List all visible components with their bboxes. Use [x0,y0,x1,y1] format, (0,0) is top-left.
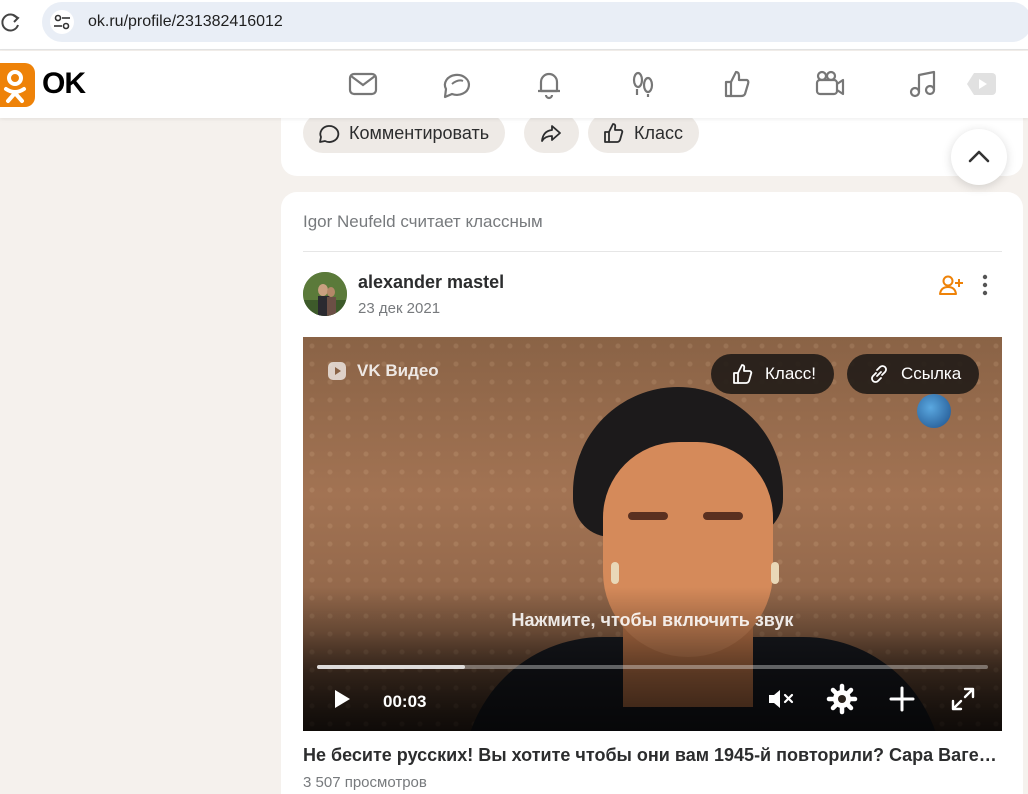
address-bar[interactable]: ok.ru/profile/231382416012 [42,2,1028,42]
video-frame-earring [611,562,619,584]
video-player[interactable]: VK Видео Класс! Ссылка Нажмите, чтобы вк… [303,337,1002,731]
channel-logo-icon [917,394,951,428]
video-progress-fill [317,665,465,669]
chevron-up-icon [968,150,990,163]
video-link-button[interactable]: Ссылка [847,354,980,394]
browser-toolbar: ok.ru/profile/231382416012 [0,0,1028,50]
settings-button[interactable] [825,682,859,716]
video-frame-eye [703,512,743,520]
marks-icon[interactable] [720,67,754,101]
vk-video-icon [328,362,346,380]
link-icon [871,365,887,383]
share-button[interactable] [524,113,579,153]
video-title[interactable]: Не бесите русских! Вы хотите чтобы они в… [303,745,1002,766]
site-header: OK [0,51,1028,118]
url-text[interactable]: ok.ru/profile/231382416012 [88,13,283,31]
video-like-button[interactable]: Класс! [711,354,834,394]
thumb-up-icon [733,364,753,384]
guests-icon[interactable] [626,67,660,101]
add-friend-icon[interactable] [938,272,964,298]
video-like-label: Класс! [765,364,816,383]
scroll-to-top-button[interactable] [951,129,1007,185]
plus-icon [889,686,915,712]
ok-logo-text[interactable]: OK [42,67,86,101]
ok-logo-icon[interactable] [0,63,35,107]
comment-icon [319,125,340,143]
fullscreen-button[interactable] [946,682,980,716]
comment-button[interactable]: Комментировать [303,113,506,153]
play-button[interactable] [325,682,359,716]
fullscreen-icon [951,687,975,711]
gear-icon [826,683,858,715]
music-icon[interactable] [906,67,940,101]
video-progress-bar[interactable] [317,665,988,669]
video-frame-eye [628,512,668,520]
more-options-icon[interactable] [977,272,993,298]
comment-label: Комментировать [349,122,490,143]
vk-video-text: VK Видео [357,361,439,380]
view-count: 3 507 просмотров [303,774,427,791]
avatar[interactable] [303,272,347,316]
play-icon [335,690,350,708]
video-link-label: Ссылка [901,364,962,383]
video-feed-icon[interactable] [964,67,998,101]
vk-video-label: VK Видео [325,359,439,383]
post-date: 23 дек 2021 [358,300,441,317]
like-button[interactable]: Класс [588,113,699,153]
video-frame-earring [771,562,779,584]
feed-post-card: Igor Neufeld считает классным alexander … [281,192,1023,794]
notifications-icon[interactable] [532,67,566,101]
reload-icon[interactable] [0,12,22,34]
volume-muted-icon [769,690,794,708]
thumb-up-icon [604,123,624,143]
messages-icon[interactable] [346,67,380,101]
like-label: Класс [634,122,683,143]
discussions-icon[interactable] [440,67,474,101]
site-info-icon[interactable] [50,10,74,34]
mute-button[interactable] [765,682,799,716]
unmute-hint[interactable]: Нажмите, чтобы включить звук [303,610,1002,631]
video-icon[interactable] [813,67,847,101]
liked-by-text[interactable]: Igor Neufeld считает классным [303,212,543,232]
add-to-list-button[interactable] [885,682,919,716]
author-name[interactable]: alexander mastel [358,272,504,293]
divider [303,251,1002,252]
video-time: 00:03 [383,692,427,711]
share-icon [541,125,561,142]
